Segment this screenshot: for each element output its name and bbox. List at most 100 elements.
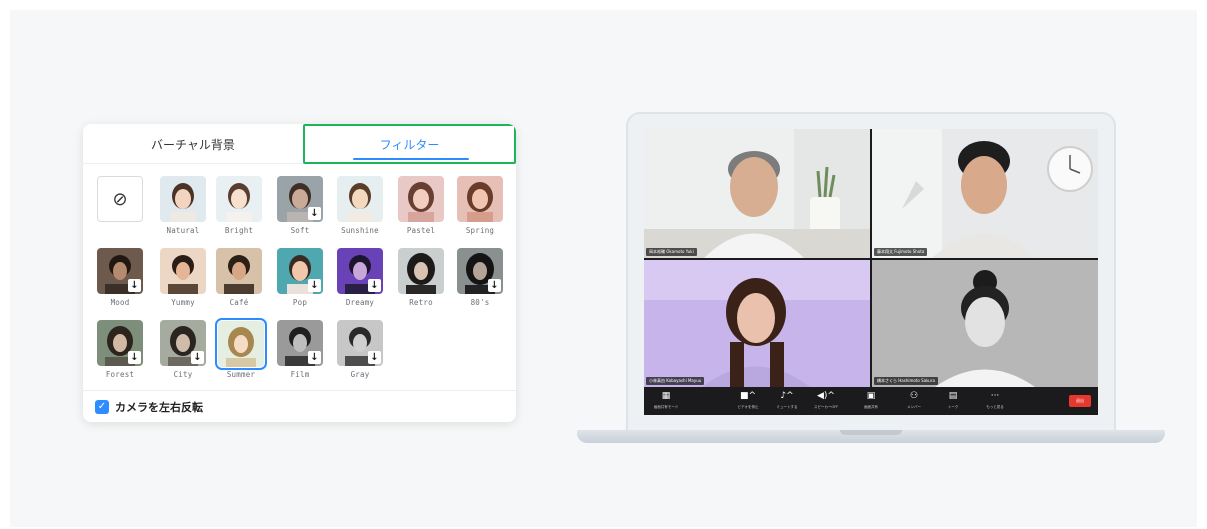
filter-none-button[interactable]: ⊘	[97, 176, 143, 222]
download-icon: ↓	[128, 351, 141, 364]
participant-name-tag: 橋本さくら Hashimoto Sakura	[874, 377, 938, 385]
filter-label: Gray	[350, 370, 370, 379]
filter-gray[interactable]: ↓	[337, 320, 383, 366]
face-thumbnail-icon	[457, 176, 503, 222]
filter-label: Pastel	[406, 226, 436, 235]
filter-forest[interactable]: ↓	[97, 320, 143, 366]
video-tile-participant-1: 岡本裕輔 Okamoto Yuki	[644, 129, 870, 258]
chat-button[interactable]: ▤ トーク	[935, 390, 971, 410]
speaker-off-button[interactable]: ◀)^ スピーカーOFF	[808, 390, 844, 410]
mirror-video-checkbox[interactable]: ✓	[95, 399, 109, 414]
more-button[interactable]: ··· もっと見る	[977, 390, 1013, 410]
laptop-notch	[840, 430, 902, 435]
filter-spring[interactable]	[457, 176, 503, 222]
control-label: スピーカーOFF	[813, 405, 839, 409]
face-thumbnail-icon	[216, 248, 262, 294]
download-icon: ↓	[368, 279, 381, 292]
tab-active-underline	[353, 158, 469, 160]
filter-label: Mood	[110, 298, 130, 307]
video-camera-icon: ■^	[739, 391, 757, 401]
face-thumbnail-icon	[216, 176, 262, 222]
download-icon: ↓	[308, 207, 321, 220]
panel-footer: ✓ カメラを左右反転	[83, 390, 516, 422]
filter-label: Natural	[166, 226, 200, 235]
microphone-icon: ♪^	[780, 391, 794, 401]
filter-label: 80's	[470, 298, 490, 307]
download-icon: ↓	[308, 279, 321, 292]
tab-virtual-background[interactable]: バーチャル背景	[83, 124, 303, 164]
filter-label: Summer	[226, 370, 256, 379]
filter-summer[interactable]	[215, 318, 267, 370]
face-thumbnail-icon	[398, 248, 444, 294]
filter-label: Bright	[224, 226, 254, 235]
control-label: メンバー	[907, 405, 921, 409]
participant-video	[872, 260, 1098, 387]
participant-name-tag: 小林真由 Kobayashi Mayuu	[646, 377, 705, 385]
filter-label: Café	[229, 298, 249, 307]
face-thumbnail-icon	[160, 176, 206, 222]
video-tile-participant-4: 橋本さくら Hashimoto Sakura	[872, 260, 1098, 387]
filter-sunshine[interactable]	[337, 176, 383, 222]
control-label: 画面共有	[864, 405, 878, 409]
filter-mood[interactable]: ↓	[97, 248, 143, 294]
filter-label: Dreamy	[345, 298, 375, 307]
chat-icon: ▤	[948, 391, 958, 401]
download-icon: ↓	[368, 351, 381, 364]
filter-label: Sunshine	[341, 226, 379, 235]
filter-label: Pop	[292, 298, 308, 307]
download-icon: ↓	[308, 351, 321, 364]
video-tile-participant-2: 藤本翔太 Fujimoto Shota	[872, 129, 1098, 258]
tab-filter[interactable]: フィルター	[303, 124, 516, 164]
share-screen-icon: ▣	[866, 391, 876, 401]
stop-video-button[interactable]: ■^ ビデオを停止	[730, 390, 766, 410]
control-label: もっと見る	[986, 405, 1004, 409]
more-icon: ···	[990, 391, 1000, 401]
participant-video	[644, 260, 870, 387]
participant-video	[644, 129, 870, 258]
filter-label: Film	[290, 370, 310, 379]
filter-label: Forest	[105, 370, 135, 379]
screen-share-mode-button[interactable]: ▦ 画面共有モード	[648, 390, 684, 410]
members-button[interactable]: ⚇ メンバー	[896, 390, 932, 410]
face-thumbnail-icon	[398, 176, 444, 222]
face-thumbnail-icon	[337, 176, 383, 222]
download-icon: ↓	[488, 279, 501, 292]
members-icon: ⚇	[909, 391, 919, 401]
grid-icon: ▦	[661, 391, 671, 401]
filter-retro[interactable]	[398, 248, 444, 294]
mirror-video-label: カメラを左右反転	[115, 400, 203, 414]
filter-soft[interactable]: ↓	[277, 176, 323, 222]
face-thumbnail-icon	[218, 321, 264, 367]
control-label: ビデオを停止	[737, 405, 759, 409]
mute-button[interactable]: ♪^ ミュートする	[769, 390, 805, 410]
filter-label: City	[173, 370, 193, 379]
meeting-control-bar: ▦ 画面共有モード ■^ ビデオを停止 ♪^ ミュートする ◀)^ スピーカーO…	[644, 387, 1098, 415]
filter-film[interactable]: ↓	[277, 320, 323, 366]
filter-bright[interactable]	[216, 176, 262, 222]
filter-label: Yummy	[171, 298, 195, 307]
filter-city[interactable]: ↓	[160, 320, 206, 366]
filter-label: Spring	[465, 226, 495, 235]
control-label: トーク	[947, 405, 959, 409]
filter-cafe[interactable]	[216, 248, 262, 294]
control-label: ミュートする	[776, 405, 798, 409]
meeting-screen: 岡本裕輔 Okamoto Yuki 藤本翔太 Fujimoto Shota 小林…	[644, 129, 1098, 415]
download-icon: ↓	[128, 279, 141, 292]
control-label: 画面共有モード	[653, 405, 679, 409]
leave-meeting-button[interactable]: 退出	[1069, 395, 1091, 407]
participant-name-tag: 藤本翔太 Fujimoto Shota	[874, 248, 928, 256]
download-icon: ↓	[191, 351, 204, 364]
filter-dreamy[interactable]: ↓	[337, 248, 383, 294]
speaker-icon: ◀)^	[817, 391, 835, 401]
filter-pastel[interactable]	[398, 176, 444, 222]
share-screen-button[interactable]: ▣ 画面共有	[853, 390, 889, 410]
filter-label: Retro	[409, 298, 433, 307]
participant-name-tag: 岡本裕輔 Okamoto Yuki	[646, 248, 697, 256]
none-icon: ⊘	[112, 188, 128, 210]
filter-80s[interactable]: ↓	[457, 248, 503, 294]
filter-natural[interactable]	[160, 176, 206, 222]
filter-pop[interactable]: ↓	[277, 248, 323, 294]
participant-video	[872, 129, 1098, 258]
face-thumbnail-icon	[160, 248, 206, 294]
filter-yummy[interactable]	[160, 248, 206, 294]
